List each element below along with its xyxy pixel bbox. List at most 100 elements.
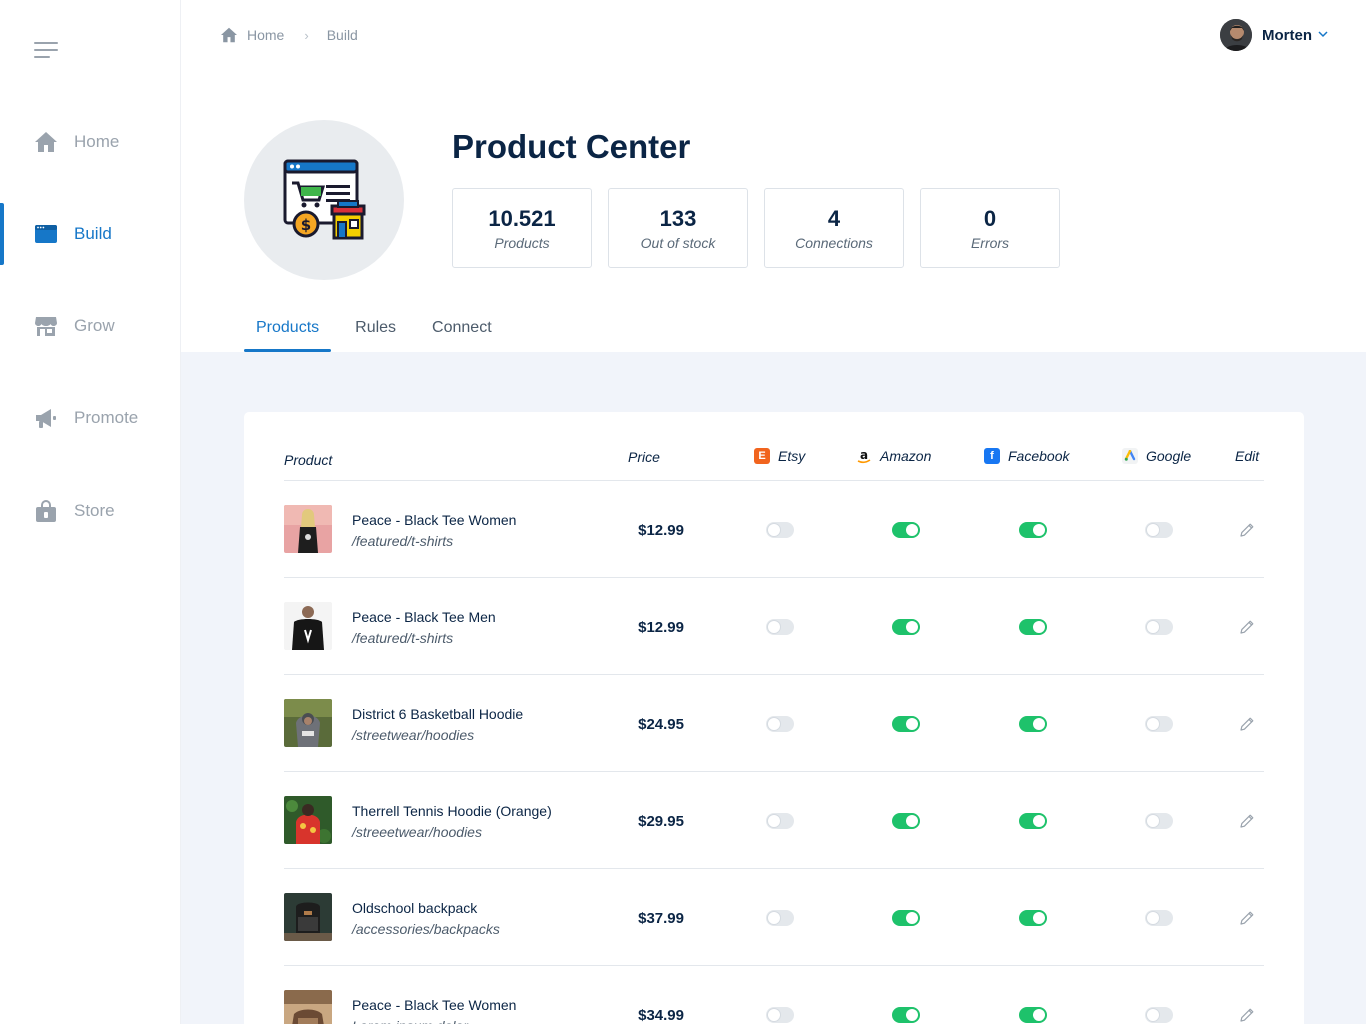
breadcrumb-home[interactable]: Home: [247, 27, 284, 43]
product-path: /featured/t-shirts: [352, 533, 454, 549]
table-row[interactable]: Therrell Tennis Hoodie (Orange) /streeetw…: [284, 772, 1264, 869]
product-price: $12.99: [638, 522, 684, 539]
tab-bar: Products Rules Connect: [244, 308, 504, 352]
product-path: Lorem ipsum dolor: [352, 1018, 468, 1024]
etsy-toggle[interactable]: [766, 1007, 794, 1023]
product-path: /accessories/backpacks: [352, 921, 500, 937]
amazon-toggle[interactable]: [892, 1007, 920, 1023]
toggle-knob: [768, 815, 780, 827]
stat-label: Out of stock: [640, 235, 716, 251]
product-thumbnail[interactable]: [284, 893, 332, 941]
stat-value: 133: [659, 206, 697, 231]
chevron-down-icon: [1318, 29, 1328, 41]
column-header-edit: Edit: [1235, 448, 1260, 464]
table-header: Product Price E Etsy a Amazon f Facebook…: [284, 438, 1264, 481]
google-toggle[interactable]: [1145, 910, 1173, 926]
chevron-right-icon: ›: [304, 27, 309, 43]
table-row[interactable]: Peace - Black Tee Men/featured/t-shirts $…: [284, 578, 1264, 675]
product-name[interactable]: Peace - Black Tee Women: [352, 997, 516, 1013]
pencil-icon[interactable]: [1238, 812, 1256, 830]
pencil-icon[interactable]: [1238, 618, 1256, 636]
toggle-knob: [768, 912, 780, 924]
product-name[interactable]: Oldschool backpack: [352, 900, 477, 916]
tab-connect[interactable]: Connect: [420, 308, 504, 352]
toggle-knob: [1033, 912, 1045, 924]
etsy-toggle[interactable]: [766, 910, 794, 926]
toggle-knob: [906, 524, 918, 536]
etsy-toggle[interactable]: [766, 716, 794, 732]
table-row[interactable]: Peace - Black Tee Women Lorem ipsum dolor…: [284, 966, 1264, 1024]
toggle-knob: [1033, 718, 1045, 730]
product-price: $12.99: [638, 619, 684, 636]
product-center-illustration: $: [244, 120, 404, 280]
product-thumbnail[interactable]: [284, 796, 332, 844]
toggle-knob: [1033, 815, 1045, 827]
amazon-icon: a: [856, 448, 872, 464]
sidebar-item-label: Build: [74, 224, 112, 243]
stat-label: Products: [494, 235, 550, 251]
facebook-toggle[interactable]: [1019, 910, 1047, 926]
amazon-toggle[interactable]: [892, 716, 920, 732]
product-name[interactable]: Therrell Tennis Hoodie (Orange): [352, 803, 552, 819]
stat-connections: 4 Connections: [764, 188, 904, 268]
menu-icon[interactable]: [34, 42, 58, 60]
table-row[interactable]: Peace - Black Tee Women/featured/t-shirt…: [284, 481, 1264, 578]
sidebar-item-promote[interactable]: Promote: [0, 390, 181, 446]
product-name[interactable]: District 6 Basketball Hoodie: [352, 706, 523, 722]
google-toggle[interactable]: [1145, 813, 1173, 829]
stats-row: 10.521 Products 133 Out of stock 4 Conne…: [452, 188, 1060, 268]
product-thumbnail[interactable]: [284, 699, 332, 747]
sidebar-item-home[interactable]: Home: [0, 114, 181, 170]
table-row[interactable]: Oldschool backpack/accessories/backpacks…: [284, 869, 1264, 966]
user-menu[interactable]: Morten: [1220, 19, 1328, 51]
product-price: $29.95: [638, 813, 684, 830]
product-thumbnail[interactable]: [284, 990, 332, 1024]
product-name[interactable]: Peace - Black Tee Women: [352, 512, 516, 528]
google-toggle[interactable]: [1145, 716, 1173, 732]
product-thumbnail[interactable]: [284, 505, 332, 553]
toggle-knob: [1147, 815, 1159, 827]
pencil-icon[interactable]: [1238, 909, 1256, 927]
toggle-knob: [1033, 1009, 1045, 1021]
toggle-knob: [906, 621, 918, 633]
toggle-knob: [906, 912, 918, 924]
facebook-toggle[interactable]: [1019, 813, 1047, 829]
tab-rules[interactable]: Rules: [343, 308, 408, 352]
amazon-toggle[interactable]: [892, 522, 920, 538]
facebook-toggle[interactable]: [1019, 1007, 1047, 1023]
home-icon: [33, 129, 59, 155]
pencil-icon[interactable]: [1238, 715, 1256, 733]
facebook-toggle[interactable]: [1019, 716, 1047, 732]
toggle-knob: [1147, 912, 1159, 924]
column-header-amazon: a Amazon: [856, 448, 931, 464]
google-toggle[interactable]: [1145, 522, 1173, 538]
google-toggle[interactable]: [1145, 619, 1173, 635]
stat-value: 4: [827, 206, 841, 231]
etsy-toggle[interactable]: [766, 522, 794, 538]
etsy-icon: E: [754, 448, 770, 464]
column-header-google: Google: [1122, 448, 1191, 464]
amazon-toggle[interactable]: [892, 619, 920, 635]
column-header-price: Price: [628, 449, 660, 465]
browser-window-icon: [33, 221, 59, 247]
pencil-icon[interactable]: [1238, 521, 1256, 539]
facebook-toggle[interactable]: [1019, 619, 1047, 635]
user-name: Morten: [1262, 26, 1312, 44]
google-toggle[interactable]: [1145, 1007, 1173, 1023]
amazon-toggle[interactable]: [892, 813, 920, 829]
toggle-knob: [768, 1009, 780, 1021]
sidebar-item-store[interactable]: Store: [0, 483, 181, 539]
column-header-facebook: f Facebook: [984, 448, 1069, 464]
sidebar-item-build[interactable]: Build: [0, 203, 181, 265]
pencil-icon[interactable]: [1238, 1006, 1256, 1024]
product-name[interactable]: Peace - Black Tee Men: [352, 609, 496, 625]
table-row[interactable]: District 6 Basketball Hoodie/streetwear/…: [284, 675, 1264, 772]
amazon-toggle[interactable]: [892, 910, 920, 926]
sidebar-item-grow[interactable]: Grow: [0, 298, 181, 354]
toggle-knob: [1147, 621, 1159, 633]
facebook-toggle[interactable]: [1019, 522, 1047, 538]
etsy-toggle[interactable]: [766, 813, 794, 829]
tab-products[interactable]: Products: [244, 308, 332, 352]
product-thumbnail[interactable]: [284, 602, 332, 650]
etsy-toggle[interactable]: [766, 619, 794, 635]
